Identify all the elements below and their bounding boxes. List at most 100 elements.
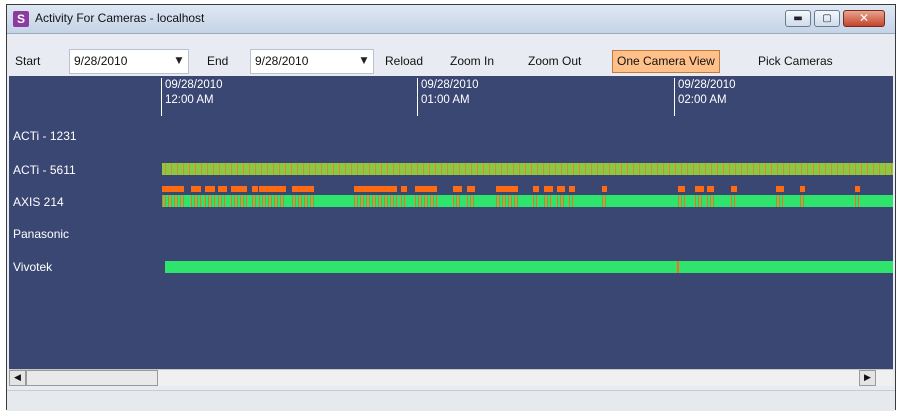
one-camera-view-button[interactable]: One Camera View (612, 50, 720, 73)
end-date-value[interactable]: 9/28/2010 (255, 50, 308, 73)
axis-214-motion-stripe (369, 195, 370, 207)
acti-5611-tick (819, 163, 820, 175)
axis-214-motion-stripe (511, 195, 512, 207)
time-tick-label: 09/28/2010 02:00 AM (678, 79, 736, 106)
maximize-icon: ▢ (822, 13, 832, 24)
acti-5611-tick (873, 163, 874, 175)
camera-label-panasonic[interactable]: Panasonic (13, 227, 69, 241)
axis-214-motion-stripe (533, 195, 534, 207)
acti-5611-tick (651, 163, 652, 175)
axis-214-motion-stripe (171, 195, 172, 207)
acti-5611-tick (867, 163, 868, 175)
acti-5611-tick (399, 163, 400, 175)
axis-214-motion-event (731, 186, 737, 192)
axis-214-motion-stripe (381, 195, 382, 207)
axis-214-motion-stripe (459, 195, 460, 207)
axis-214-motion-stripe (436, 195, 437, 207)
axis-214-motion-stripe (237, 195, 238, 207)
camera-label-axis-214[interactable]: AXIS 214 (13, 195, 64, 209)
camera-label-vivotek[interactable]: Vivotek (13, 260, 52, 274)
axis-214-motion-stripe (194, 195, 195, 207)
axis-214-motion-stripe (268, 195, 269, 207)
axis-214-motion-stripe (211, 195, 212, 207)
axis-214-motion-stripe (231, 195, 232, 207)
time-tick-label: 09/28/2010 12:00 AM (165, 79, 223, 106)
acti-5611-tick (513, 163, 514, 175)
axis-214-motion-event (496, 186, 518, 192)
time-tick-line (161, 78, 162, 116)
vivotek-activity-bar[interactable] (165, 261, 893, 273)
axis-214-motion-stripe (277, 195, 278, 207)
minimize-button[interactable]: ▬ (785, 10, 811, 27)
axis-214-motion-stripe (470, 195, 471, 207)
activity-timeline[interactable]: 09/28/2010 12:00 AM 09/28/2010 01:00 AM … (9, 76, 893, 370)
pick-cameras-button[interactable]: Pick Cameras (754, 49, 837, 74)
acti-5611-tick (285, 163, 286, 175)
axis-214-motion-stripe (271, 195, 272, 207)
axis-214-motion-stripe (262, 195, 263, 207)
acti-5611-tick (843, 163, 844, 175)
acti-5611-tick (441, 163, 442, 175)
axis-214-motion-event (707, 186, 714, 192)
camera-label-acti-5611[interactable]: ACTi - 5611 (13, 163, 76, 177)
acti-5611-tick (177, 163, 178, 175)
axis-214-motion-stripe (508, 195, 509, 207)
acti-5611-tick (339, 163, 340, 175)
acti-5611-tick (477, 163, 478, 175)
axis-214-motion-stripe (218, 195, 219, 207)
window-title: Activity For Cameras - localhost (35, 11, 205, 25)
axis-214-motion-event (231, 186, 247, 192)
activity-window: S Activity For Cameras - localhost ▬ ▢ ✕… (6, 4, 896, 411)
acti-5611-tick (333, 163, 334, 175)
acti-5611-tick (633, 163, 634, 175)
axis-214-motion-event (453, 186, 462, 192)
axis-214-motion-stripe (174, 195, 175, 207)
acti-5611-tick (705, 163, 706, 175)
acti-5611-tick (741, 163, 742, 175)
close-button[interactable]: ✕ (843, 10, 885, 27)
axis-214-motion-stripe (393, 195, 394, 207)
axis-214-motion-stripe (390, 195, 391, 207)
acti-5611-tick (225, 163, 226, 175)
minimize-icon: ▬ (793, 13, 803, 24)
start-date-picker[interactable]: 9/28/2010 ▼ (69, 49, 189, 74)
axis-214-motion-stripe (779, 195, 780, 207)
axis-214-motion-stripe (224, 195, 225, 207)
acti-5611-tick (747, 163, 748, 175)
acti-5611-tick (711, 163, 712, 175)
axis-214-motion-stripe (427, 195, 428, 207)
axis-214-motion-stripe (424, 195, 425, 207)
scroll-left-arrow-icon[interactable]: ◀ (9, 370, 26, 386)
end-date-dropdown-icon[interactable]: ▼ (355, 50, 373, 73)
start-date-dropdown-icon[interactable]: ▼ (170, 50, 188, 73)
axis-214-motion-stripe (430, 195, 431, 207)
reload-button[interactable]: Reload (381, 49, 427, 74)
zoom-in-button[interactable]: Zoom In (446, 49, 498, 74)
axis-214-motion-stripe (404, 195, 405, 207)
axis-214-motion-stripe (858, 195, 859, 207)
axis-214-motion-stripe (734, 195, 735, 207)
acti-5611-tick (837, 163, 838, 175)
acti-5611-tick (579, 163, 580, 175)
acti-5611-tick (471, 163, 472, 175)
acti-5611-tick (429, 163, 430, 175)
camera-label-acti-1231[interactable]: ACTi - 1231 (13, 129, 77, 143)
acti-5611-tick (489, 163, 490, 175)
maximize-button[interactable]: ▢ (814, 10, 840, 27)
acti-5611-tick (555, 163, 556, 175)
zoom-out-button[interactable]: Zoom Out (524, 49, 585, 74)
acti-5611-tick (297, 163, 298, 175)
acti-5611-tick (201, 163, 202, 175)
acti-5611-tick (381, 163, 382, 175)
acti-5611-tick (165, 163, 166, 175)
axis-214-motion-event (259, 186, 286, 192)
axis-214-motion-stripe (384, 195, 385, 207)
acti-5611-tick (189, 163, 190, 175)
title-bar[interactable]: S Activity For Cameras - localhost ▬ ▢ ✕ (7, 5, 895, 34)
acti-5611-tick (435, 163, 436, 175)
scroll-thumb[interactable] (26, 370, 158, 386)
start-date-value[interactable]: 9/28/2010 (74, 50, 127, 73)
end-date-picker[interactable]: 9/28/2010 ▼ (250, 49, 374, 74)
horizontal-scrollbar[interactable]: ◀ ▶ (9, 369, 893, 386)
scroll-right-arrow-icon[interactable]: ▶ (859, 370, 876, 386)
